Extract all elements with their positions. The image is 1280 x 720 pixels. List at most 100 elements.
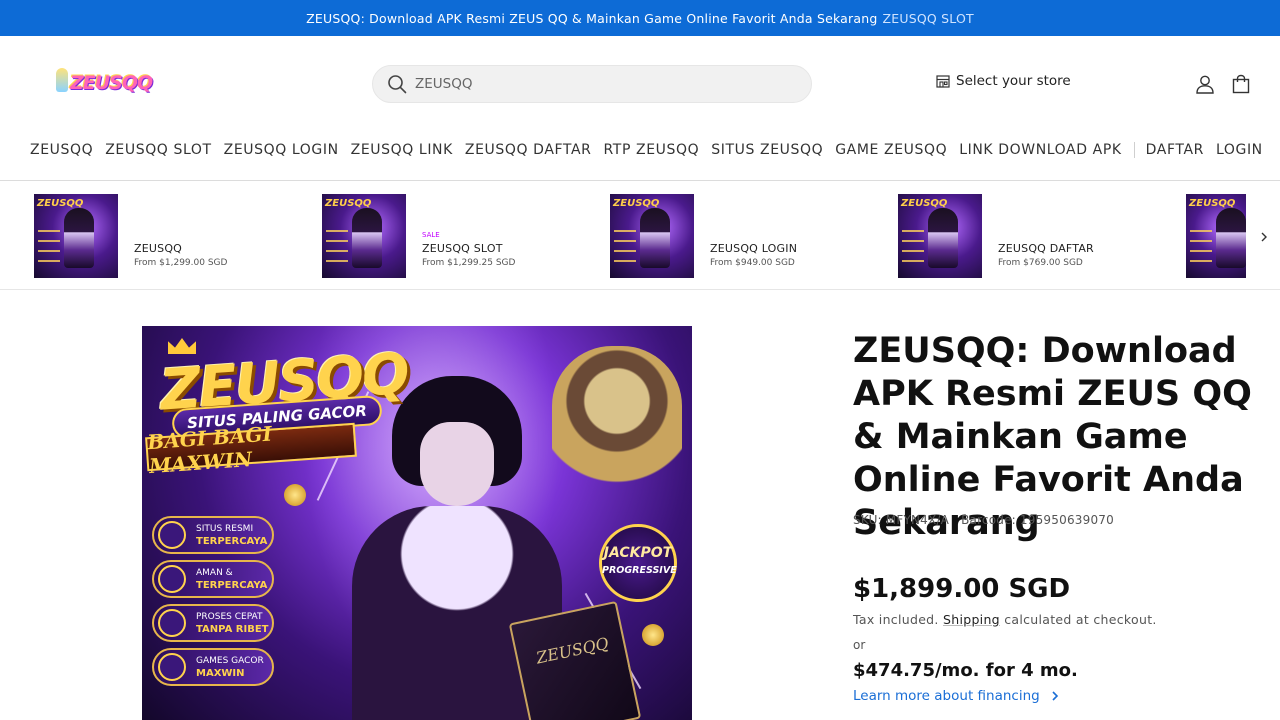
strip-product-name[interactable]: ZEUSQQ DAFTAR <box>998 242 1094 255</box>
nav-daftar-link[interactable]: DAFTAR <box>1146 142 1204 158</box>
chevron-right-icon <box>1052 691 1058 701</box>
thumbnail-feature-list <box>1190 230 1212 270</box>
badge-subtitle: PROGRESSIVE <box>602 565 677 576</box>
search-input[interactable] <box>415 76 795 92</box>
store-label: Select your store <box>956 73 1071 89</box>
strip-product-card-partial[interactable]: ZEUSQQ <box>1186 194 1246 278</box>
announcement-link[interactable]: ZEUSQQ SLOT <box>883 11 974 26</box>
nav-item-link-download-apk[interactable]: LINK DOWNLOAD APK <box>959 142 1121 158</box>
thumbnail-feature-list <box>614 230 636 270</box>
feature-label: SITUS RESMI <box>196 524 254 534</box>
thumbnail-character <box>64 208 94 268</box>
announcement-bar: ZEUSQQ: Download APK Resmi ZEUS QQ & Mai… <box>0 0 1280 36</box>
strip-product-card[interactable]: ZEUSQQ ZEUSQQ From $1,299.00 SGD <box>34 194 314 278</box>
person-icon <box>1196 75 1214 94</box>
product-barcode: Barcode: 195950639070 <box>961 513 1114 527</box>
learn-financing-link[interactable]: Learn more about financing <box>853 688 1060 704</box>
tax-note: Tax included. Shipping calculated at che… <box>853 612 1157 627</box>
strip-product-price: From $949.00 SGD <box>710 258 795 268</box>
feature-pill: PROSES CEPAT TANPA RIBET <box>152 604 274 642</box>
tax-included-text: Tax included. <box>853 612 939 627</box>
badge-title: JACKPOT <box>603 545 673 561</box>
nav-item-zeusqq-login[interactable]: ZEUSQQ LOGIN <box>224 142 339 158</box>
strip-product-price: From $1,299.25 SGD <box>422 258 516 268</box>
nav-item-zeusqq-daftar[interactable]: ZEUSQQ DAFTAR <box>465 142 592 158</box>
thumbnail-character <box>352 208 382 268</box>
strip-product-name[interactable]: ZEUSQQ <box>134 242 227 255</box>
tax-suffix-text: calculated at checkout. <box>1004 612 1157 627</box>
logo-text: ZEUSQQ <box>70 72 153 94</box>
strip-product-card[interactable]: ZEUSQQ SALE ZEUSQQ SLOT From $1,299.25 S… <box>322 194 602 278</box>
strip-product-thumbnail[interactable]: ZEUSQQ <box>610 194 694 278</box>
account-button[interactable] <box>1193 72 1217 96</box>
search-bar[interactable] <box>372 65 812 103</box>
cart-button[interactable] <box>1229 72 1253 96</box>
installment-price: $474.75/mo. for 4 mo. <box>853 660 1078 681</box>
feature-sublabel: TANPA RIBET <box>196 624 269 635</box>
feature-sublabel: MAXWIN <box>196 668 245 679</box>
strip-product-card[interactable]: ZEUSQQ ZEUSQQ DAFTAR From $769.00 SGD <box>898 194 1178 278</box>
product-meta: SKU: MFYN4X/A Barcode: 195950639070 <box>853 513 1114 527</box>
feature-label: GAMES GACOR <box>196 656 264 666</box>
coin-icon <box>284 484 306 506</box>
thumbnail-character <box>928 208 958 268</box>
logo-mascot-icon <box>56 68 68 92</box>
product-sku: SKU: MFYN4X/A <box>853 513 950 527</box>
main-nav: ZEUSQQ ZEUSQQ SLOT ZEUSQQ LOGIN ZEUSQQ L… <box>30 140 1275 160</box>
feature-sublabel: TERPERCAYA <box>196 536 268 547</box>
nav-item-zeusqq-slot[interactable]: ZEUSQQ SLOT <box>105 142 211 158</box>
select-store-button[interactable]: Select your store <box>935 73 1071 89</box>
coin-icon <box>642 624 664 646</box>
nav-item-zeusqq[interactable]: ZEUSQQ <box>30 142 93 158</box>
announcement-text: ZEUSQQ: Download APK Resmi ZEUS QQ & Mai… <box>306 10 878 26</box>
feature-pill: GAMES GACOR MAXWIN <box>152 648 274 686</box>
feature-sublabel: TERPERCAYA <box>196 580 268 591</box>
strip-product-price: From $769.00 SGD <box>998 258 1083 268</box>
product-price: $1,899.00 SGD <box>853 574 1071 604</box>
learn-financing-label: Learn more about financing <box>853 688 1040 704</box>
nav-item-zeusqq-link[interactable]: ZEUSQQ LINK <box>351 142 453 158</box>
crown-icon <box>168 338 196 354</box>
strip-product-thumbnail[interactable]: ZEUSQQ <box>34 194 118 278</box>
or-separator: or <box>853 638 866 652</box>
strip-product-card[interactable]: ZEUSQQ ZEUSQQ LOGIN From $949.00 SGD <box>610 194 890 278</box>
feature-pill: SITUS RESMI TERPERCAYA <box>152 516 274 554</box>
store-icon <box>936 75 950 88</box>
strip-product-thumbnail[interactable]: ZEUSQQ <box>1186 194 1246 278</box>
book-label: ZEUSQQ <box>534 633 611 668</box>
nav-divider <box>1133 142 1135 158</box>
header-divider <box>0 180 1280 181</box>
site-logo[interactable]: ZEUSQQ <box>56 66 153 100</box>
sale-badge: SALE <box>422 231 440 239</box>
nav-item-rtp-zeusqq[interactable]: RTP ZEUSQQ <box>603 142 699 158</box>
strip-product-thumbnail[interactable]: ZEUSQQ <box>898 194 982 278</box>
strip-product-name[interactable]: ZEUSQQ SLOT <box>422 242 515 255</box>
feature-pill: AMAN & TERPERCAYA <box>152 560 274 598</box>
temple-icon <box>158 521 186 549</box>
nav-item-game-zeusqq[interactable]: GAME ZEUSQQ <box>835 142 947 158</box>
feature-label: AMAN & <box>196 568 233 578</box>
character-face <box>420 422 494 506</box>
shipping-link[interactable]: Shipping <box>943 612 1000 627</box>
feature-label: PROSES CEPAT <box>196 612 263 622</box>
thumbnail-character <box>1216 208 1246 268</box>
shopping-bag-icon <box>1232 74 1250 94</box>
product-main-image[interactable]: ZEUSQQ SITUS PALING GACOR BAGI BAGI MAXW… <box>142 326 692 720</box>
shield-icon <box>158 565 186 593</box>
chevron-right-icon[interactable] <box>1257 229 1271 245</box>
search-icon <box>388 75 407 94</box>
hero-ribbon-secondary: BAGI BAGI MAXWIN <box>145 422 357 478</box>
strip-product-name[interactable]: ZEUSQQ LOGIN <box>710 242 797 255</box>
nav-item-situs-zeusqq[interactable]: SITUS ZEUSQQ <box>711 142 823 158</box>
nav-login-link[interactable]: LOGIN <box>1216 142 1263 158</box>
thumbnail-feature-list <box>326 230 348 270</box>
lightning-icon <box>158 609 186 637</box>
crown-icon <box>158 653 186 681</box>
thumbnail-feature-list <box>902 230 924 270</box>
book-graphic: ZEUSQQ <box>508 600 642 720</box>
thumbnail-character <box>640 208 670 268</box>
thumbnail-feature-list <box>38 230 60 270</box>
strip-product-thumbnail[interactable]: ZEUSQQ <box>322 194 406 278</box>
jackpot-badge: JACKPOT PROGRESSIVE <box>599 524 677 602</box>
strip-product-price: From $1,299.00 SGD <box>134 258 228 268</box>
